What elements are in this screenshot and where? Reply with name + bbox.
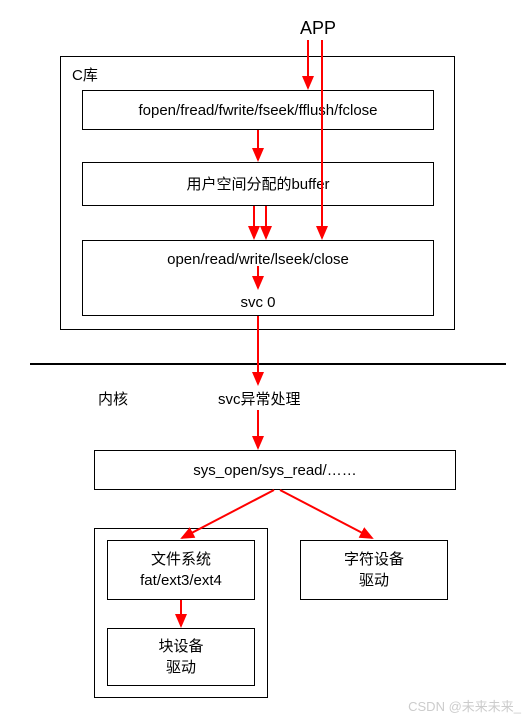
svc-handler-label: svc异常处理: [218, 388, 301, 409]
chardev-line1: 字符设备: [344, 549, 404, 570]
clib-label: C库: [72, 64, 98, 85]
sys-funcs-text: sys_open/sys_read/……: [193, 460, 356, 481]
syscalls-box: open/read/write/lseek/close svc 0: [82, 240, 434, 316]
app-label: APP: [300, 18, 336, 39]
blockdev-line2: 驱动: [166, 657, 196, 678]
chardev-box: 字符设备 驱动: [300, 540, 448, 600]
syscalls-text: open/read/write/lseek/close: [167, 249, 349, 270]
user-buffer-text: 用户空间分配的buffer: [186, 174, 329, 195]
chardev-line2: 驱动: [359, 570, 389, 591]
watermark: CSDN @未来未来_: [408, 696, 521, 715]
clib-funcs-text: fopen/fread/fwrite/fseek/fflush/fclose: [138, 100, 377, 121]
user-kernel-divider: [30, 363, 506, 365]
blockdev-line1: 块设备: [158, 636, 203, 657]
kernel-label: 内核: [98, 388, 128, 409]
sys-funcs-box: sys_open/sys_read/……: [94, 450, 456, 490]
blockdev-box: 块设备 驱动: [107, 628, 255, 686]
svc0-text: svc 0: [240, 292, 275, 313]
clib-funcs-box: fopen/fread/fwrite/fseek/fflush/fclose: [82, 90, 434, 130]
user-buffer-box: 用户空间分配的buffer: [82, 162, 434, 206]
